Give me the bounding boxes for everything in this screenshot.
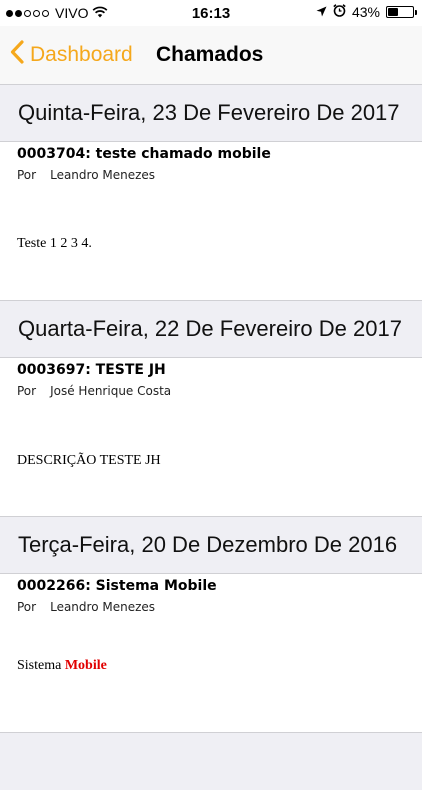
location-arrow-icon: [316, 4, 327, 20]
ticket-description: DESCRIÇÃO TESTE JH: [17, 453, 161, 468]
author-prefix: Por: [17, 384, 37, 398]
chevron-left-icon: [10, 40, 30, 70]
ticket-description: Teste 1 2 3 4.: [17, 236, 92, 251]
section-date: Terça-Feira, 20 De Dezembro De 2016: [18, 532, 398, 557]
status-bar: VIVO 16:13 43%: [0, 0, 422, 26]
section-header-date: Terça-Feira, 20 De Dezembro De 2016: [0, 516, 422, 574]
ticket-title: 0002266: Sistema Mobile: [17, 578, 217, 594]
section-date: Quinta-Feira, 23 De Fevereiro De 2017: [18, 100, 400, 125]
navigation-bar: Dashboard Chamados: [0, 26, 422, 84]
ticket-author: Leandro Menezes: [50, 600, 156, 614]
author-prefix: Por: [17, 600, 37, 614]
ticket-author-line: Por José Henrique Costa: [17, 384, 171, 398]
battery-percentage: 43%: [351, 4, 380, 20]
alarm-clock-icon: [333, 4, 346, 20]
battery-fill: [388, 8, 399, 16]
ticket-title: 0003704: teste chamado mobile: [17, 146, 271, 162]
ticket-list-item[interactable]: 0002266: Sistema Mobile Por Leandro Menez…: [0, 574, 422, 732]
author-prefix: Por: [17, 168, 37, 182]
description-text: Sistema: [17, 658, 62, 673]
section-header-date: Quinta-Feira, 23 De Fevereiro De 2017: [0, 84, 422, 142]
back-button-label: Dashboard: [30, 43, 133, 66]
page-title: Chamados: [156, 43, 264, 66]
section-header-date: Quarta-Feira, 22 De Fevereiro De 2017: [0, 300, 422, 358]
section-date: Quarta-Feira, 22 De Fevereiro De 2017: [18, 316, 402, 341]
ticket-list-item[interactable]: 0003704: teste chamado mobile Por Leandro…: [0, 142, 422, 300]
ticket-description: Sistema Mobile: [17, 658, 107, 674]
ticket-author-line: Por Leandro Menezes: [17, 168, 155, 182]
ticket-author: José Henrique Costa: [50, 384, 172, 398]
status-right: 43%: [316, 4, 417, 20]
ticket-author-line: Por Leandro Menezes: [17, 600, 155, 614]
battery-icon: [386, 6, 417, 18]
ticket-list-item[interactable]: 0003697: TESTE JH Por José Henrique Costa…: [0, 358, 422, 516]
description-highlight: Mobile: [64, 658, 107, 673]
ticket-title: 0003697: TESTE JH: [17, 362, 166, 378]
section-header-partial: [0, 732, 422, 790]
ticket-author: Leandro Menezes: [50, 168, 156, 182]
back-button[interactable]: Dashboard: [10, 40, 133, 70]
